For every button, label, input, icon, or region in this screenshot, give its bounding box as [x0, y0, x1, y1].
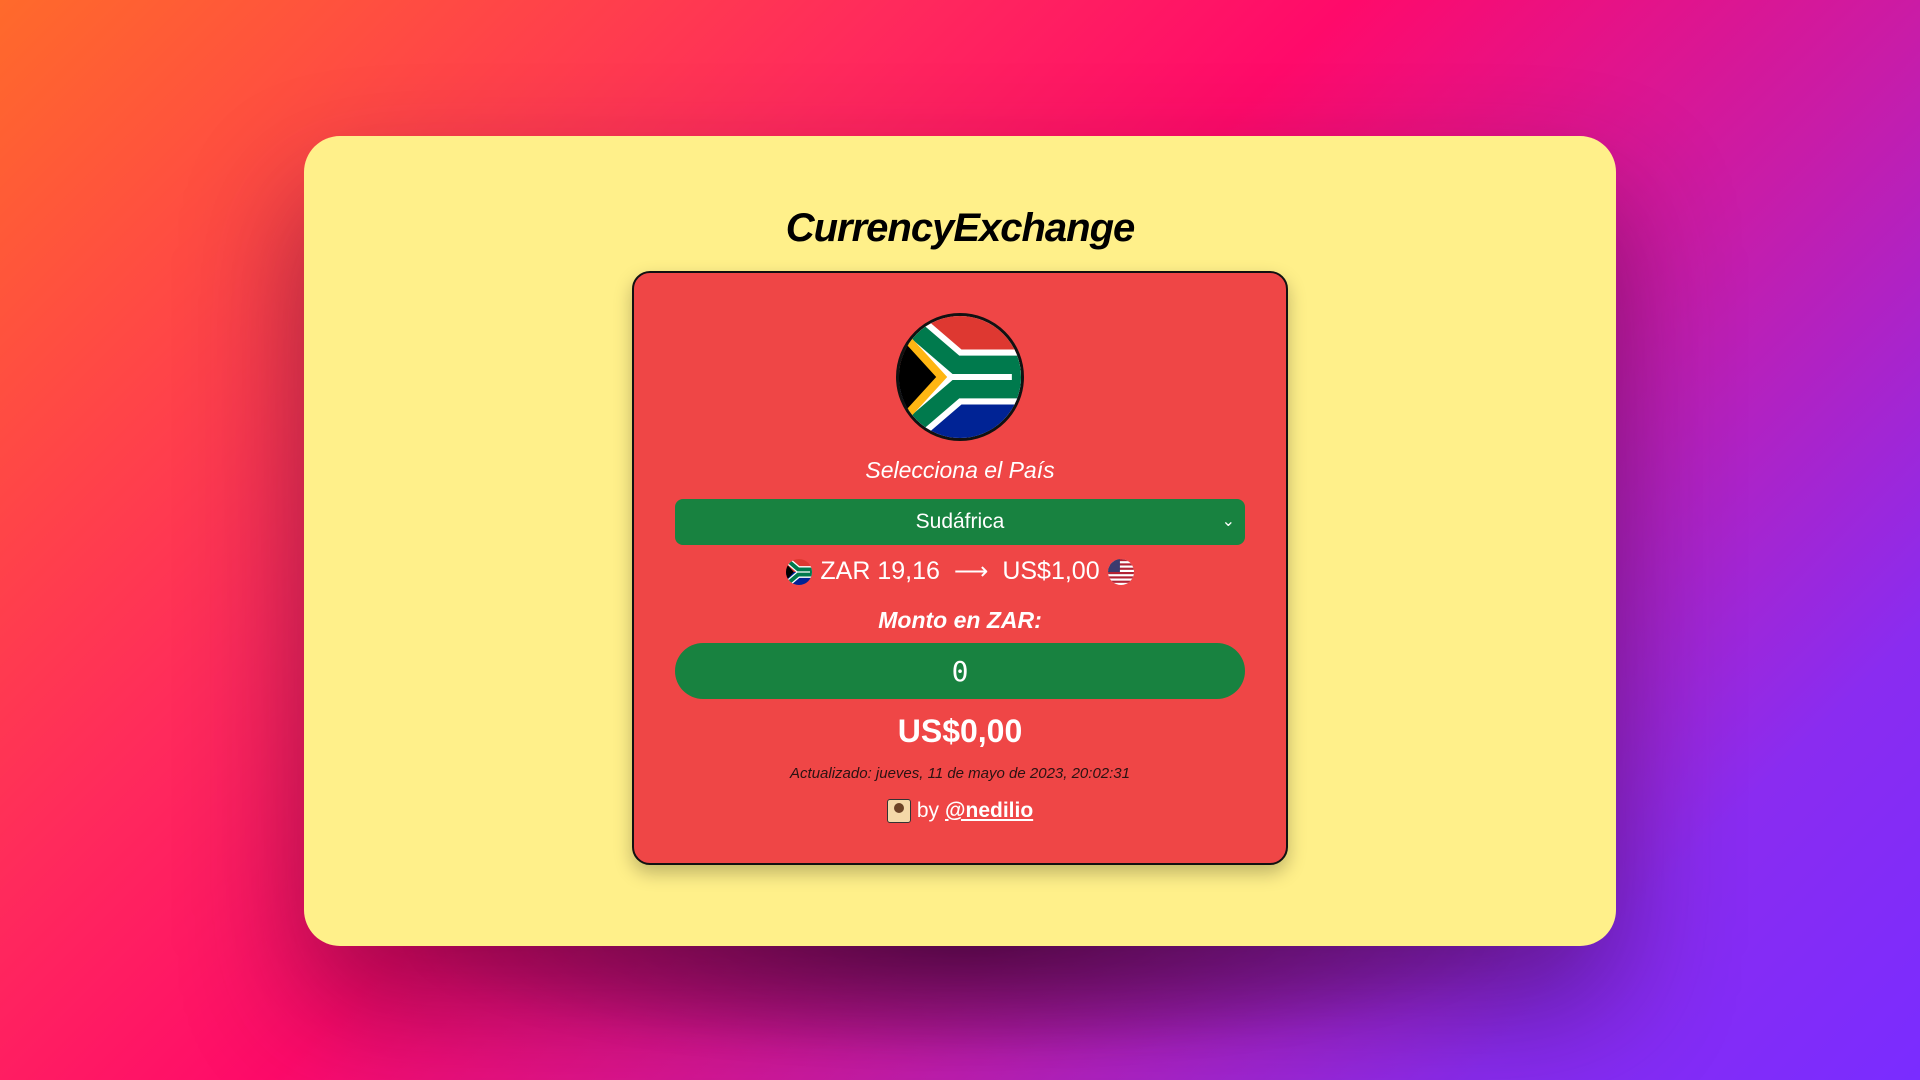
amount-input[interactable] [675, 643, 1245, 699]
rate-from: ZAR 19,16 [820, 557, 940, 585]
chevron-down-icon: ⌄ [1221, 513, 1235, 530]
country-select-value: Sudáfrica [915, 510, 1005, 533]
credit-by: by [916, 799, 940, 822]
credit-line: by @nedilio [634, 799, 1286, 823]
usa-flag-icon [1107, 558, 1134, 585]
country-select[interactable]: Sudáfrica ⌄ [675, 499, 1245, 545]
amount-label: Monto en ZAR: [878, 607, 1042, 633]
converted-result: US$0,00 [897, 713, 1023, 749]
rate-to: US$1,00 [1002, 557, 1100, 585]
south-africa-flag-icon [896, 313, 1024, 441]
exchange-rate: ZAR 19,16 ⟶ US$1,00 [634, 557, 1286, 586]
country-select-label: Selecciona el País [865, 457, 1055, 483]
developer-avatar-icon [886, 799, 911, 823]
author-link[interactable]: @nedilio [945, 799, 1033, 823]
last-updated: Actualizado: jueves, 11 de mayo de 2023,… [790, 765, 1130, 782]
app-window: CurrencyExchange Selecciona el País Sudá… [304, 136, 1616, 946]
south-africa-flag-icon [786, 558, 813, 585]
converter-card: Selecciona el País Sudáfrica ⌄ ZAR 19,16… [632, 271, 1288, 865]
arrow-right-icon: ⟶ [953, 558, 989, 585]
app-title: CurrencyExchange [785, 206, 1136, 250]
